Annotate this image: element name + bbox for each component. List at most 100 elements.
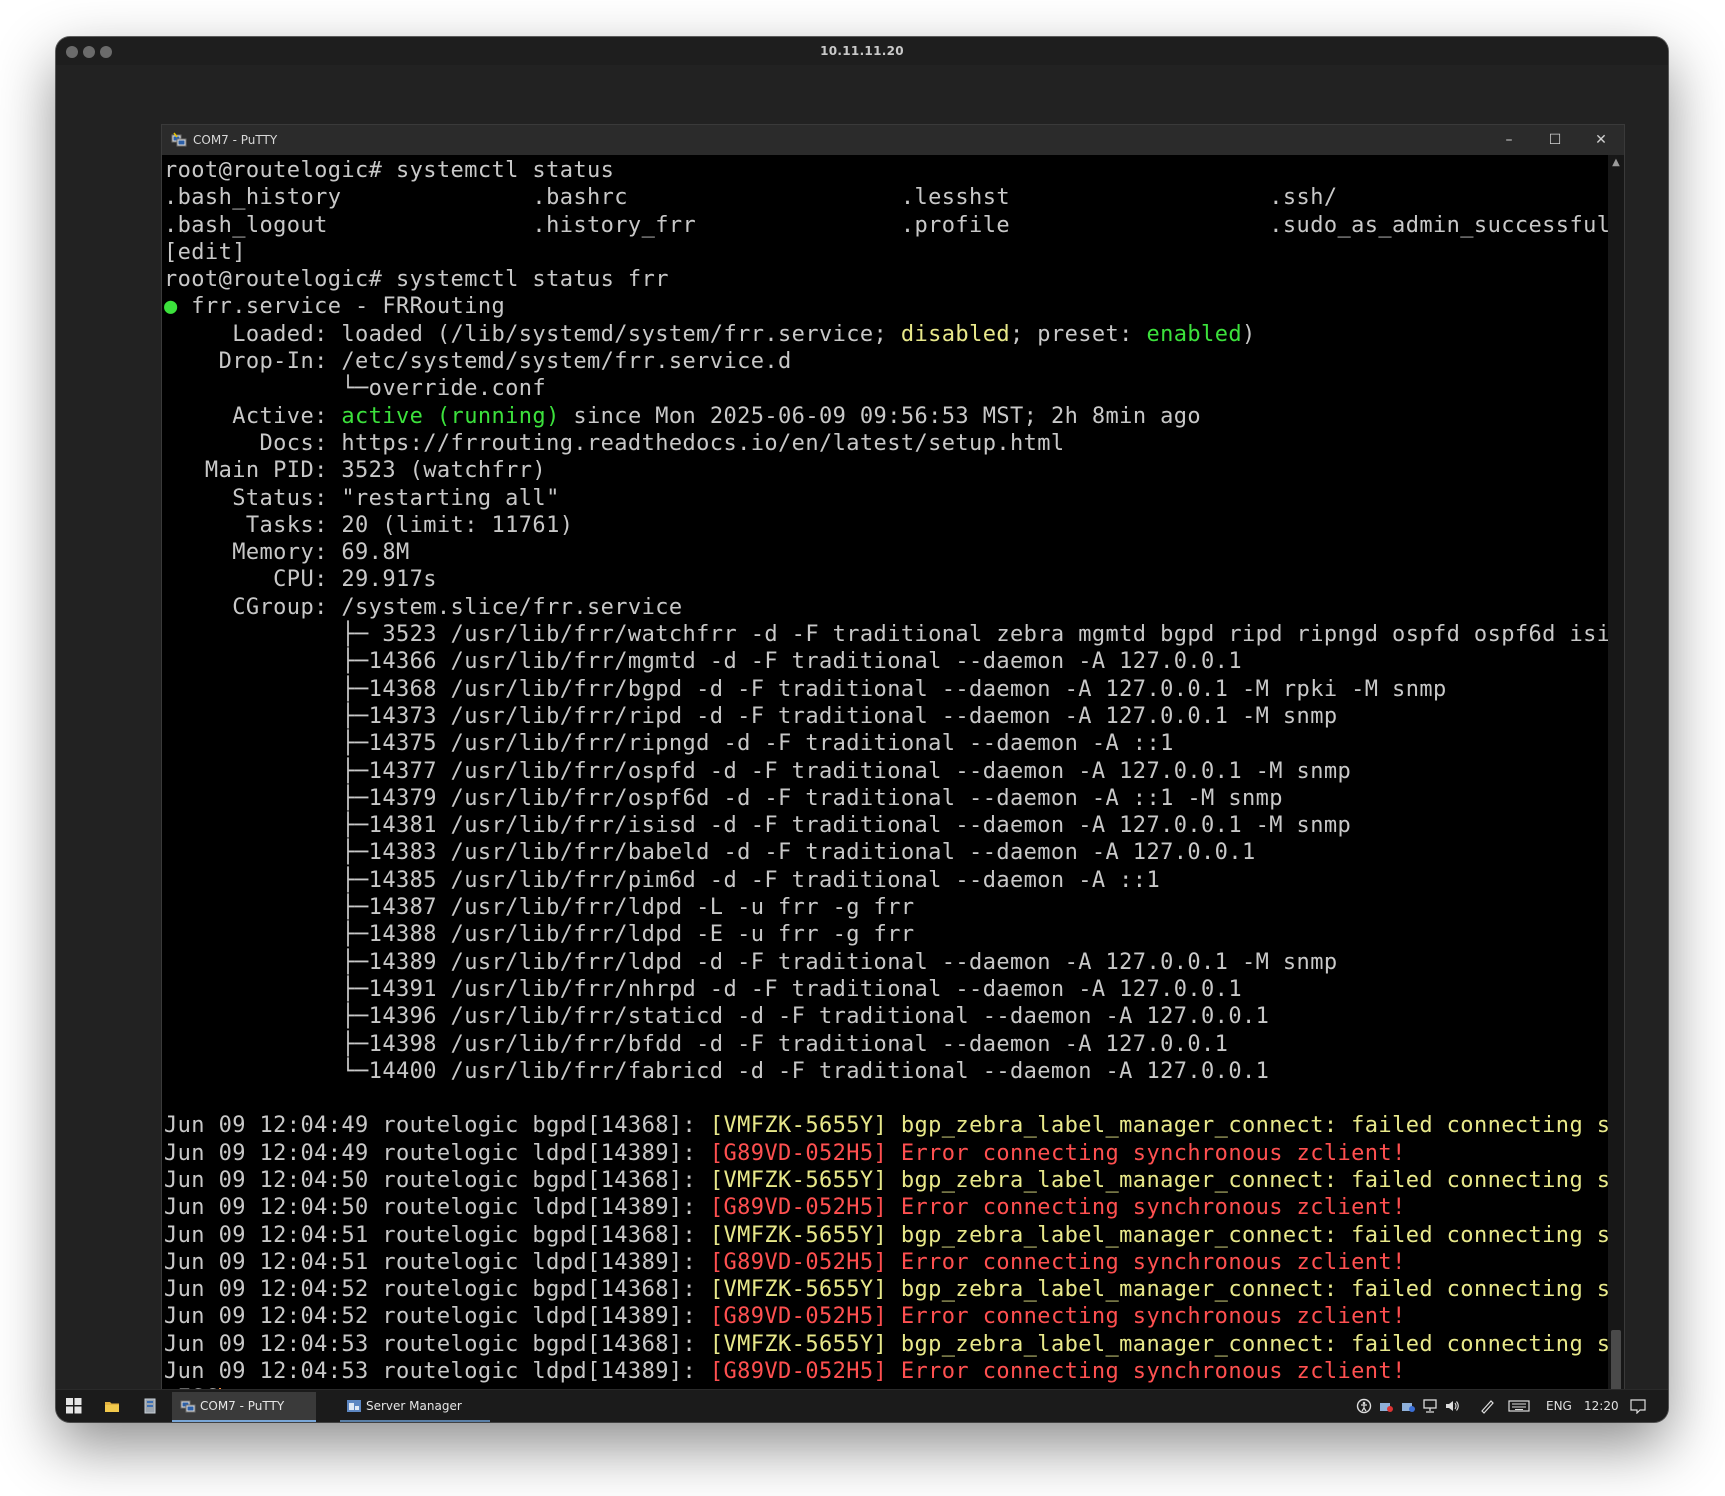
terminal-line: Jun 09 12:04:50 routelogic bgpd[14368]: … bbox=[164, 1167, 1608, 1194]
terminal-text: ├─14373 /usr/lib/frr/ripd -d -F traditio… bbox=[164, 703, 1338, 729]
terminal-text: ├─14396 /usr/lib/frr/staticd -d -F tradi… bbox=[164, 1004, 1270, 1030]
terminal-text: Jun 09 12:04:51 routelogic bgpd[14368]: bbox=[164, 1222, 710, 1248]
terminal-line: ├─14391 /usr/lib/frr/nhrpd -d -F traditi… bbox=[164, 976, 1608, 1003]
pen-tray-icon[interactable] bbox=[1476, 1390, 1498, 1422]
terminal-line: CPU: 29.917s bbox=[164, 566, 1608, 593]
terminal-line: [edit] bbox=[164, 239, 1608, 266]
terminal-text-red: [G89VD-052H5] Error connecting synchrono… bbox=[709, 1195, 1406, 1221]
terminal-text-red: [G89VD-052H5] Error connecting synchrono… bbox=[709, 1249, 1406, 1275]
terminal-line: ├─14389 /usr/lib/frr/ldpd -d -F traditio… bbox=[164, 949, 1608, 976]
terminal-line: .bash_history .bashrc .lesshst .ssh/ bbox=[164, 184, 1608, 211]
terminal-text: Main PID: 3523 (watchfrr) bbox=[164, 458, 547, 484]
terminal-text: Drop-In: /etc/systemd/system/frr.service… bbox=[164, 349, 792, 375]
close-button[interactable]: ✕ bbox=[1578, 125, 1624, 155]
terminal-text: frr.service - FRRouting bbox=[177, 294, 506, 320]
taskbar-putty-button[interactable]: COM7 - PuTTY bbox=[172, 1392, 316, 1422]
terminal-text-yellow: [VMFZK-5655Y] bgp_zebra_label_manager_co… bbox=[709, 1277, 1608, 1303]
remote-desktop-title: 10.11.11.20 bbox=[820, 44, 904, 58]
terminal-text: ├─14383 /usr/lib/frr/babeld -d -F tradit… bbox=[164, 840, 1256, 866]
minimize-button[interactable]: – bbox=[1486, 125, 1532, 155]
keyboard-tray-icon[interactable] bbox=[1504, 1390, 1534, 1422]
terminal-text: Jun 09 12:04:50 routelogic ldpd[14389]: bbox=[164, 1195, 710, 1221]
terminal-line: ├─14387 /usr/lib/frr/ldpd -L -u frr -g f… bbox=[164, 894, 1608, 921]
terminal-line: ├─14375 /usr/lib/frr/ripngd -d -F tradit… bbox=[164, 730, 1608, 757]
terminal-line: ├─14396 /usr/lib/frr/staticd -d -F tradi… bbox=[164, 1003, 1608, 1030]
terminal-text-yellow: disabled bbox=[900, 321, 1011, 347]
terminal-text: ) bbox=[1242, 321, 1256, 347]
maximize-button[interactable]: ☐ bbox=[1532, 125, 1578, 155]
terminal-text: ├─14387 /usr/lib/frr/ldpd -L -u frr -g f… bbox=[164, 895, 915, 921]
user-tray-icon[interactable] bbox=[1376, 1390, 1396, 1422]
terminal-line: ● frr.service - FRRouting bbox=[164, 293, 1608, 320]
terminal-line: └─14400 /usr/lib/frr/fabricd -d -F tradi… bbox=[164, 1058, 1608, 1085]
terminal-text: Loaded: loaded (/lib/systemd/system/frr.… bbox=[164, 321, 901, 347]
accessibility-tray-icon[interactable] bbox=[1354, 1390, 1374, 1422]
terminal-text: Docs: https://frrouting.readthedocs.io/e… bbox=[164, 430, 1065, 456]
terminal-text: ├─14389 /usr/lib/frr/ldpd -d -F traditio… bbox=[164, 949, 1338, 975]
terminal-text: Active: bbox=[164, 403, 342, 429]
terminal-line: Status: "restarting all" bbox=[164, 485, 1608, 512]
terminal-text: Jun 09 12:04:53 routelogic bgpd[14368]: bbox=[164, 1331, 710, 1357]
terminal-output: root@routelogic# systemctl status .bash_h… bbox=[164, 157, 1608, 1413]
terminal-text: ├─14379 /usr/lib/frr/ospf6d -d -F tradit… bbox=[164, 785, 1283, 811]
scroll-up-icon[interactable]: ▲ bbox=[1608, 155, 1624, 171]
terminal-line: ├─14379 /usr/lib/frr/ospf6d -d -F tradit… bbox=[164, 785, 1608, 812]
remote-desktop-area: COM7 - PuTTY – ☐ ✕ root@routelogic# syst… bbox=[56, 65, 1668, 1422]
terminal-line: Jun 09 12:04:51 routelogic ldpd[14389]: … bbox=[164, 1249, 1608, 1276]
putty-icon bbox=[180, 1400, 196, 1413]
network-tray-icon[interactable] bbox=[1420, 1390, 1440, 1422]
terminal-line: Jun 09 12:04:52 routelogic ldpd[14389]: … bbox=[164, 1303, 1608, 1330]
remote-desktop-window: 10.11.11.20 COM7 - PuTTY – ☐ ✕ root@rout… bbox=[56, 37, 1668, 1422]
terminal-text: .bash_history .bashrc .lesshst .ssh/ bbox=[164, 185, 1338, 211]
terminal-text-green: ● bbox=[164, 294, 178, 320]
terminal-screen[interactable]: root@routelogic# systemctl status .bash_h… bbox=[162, 155, 1608, 1422]
server-manager-icon bbox=[347, 1400, 361, 1412]
terminal-text: └─14400 /usr/lib/frr/fabricd -d -F tradi… bbox=[164, 1058, 1270, 1084]
terminal-line: ├─14377 /usr/lib/frr/ospfd -d -F traditi… bbox=[164, 758, 1608, 785]
terminal-line: Docs: https://frrouting.readthedocs.io/e… bbox=[164, 430, 1608, 457]
terminal-text: Jun 09 12:04:49 routelogic bgpd[14368]: bbox=[164, 1113, 710, 1139]
language-indicator[interactable]: ENG bbox=[1546, 1390, 1572, 1422]
terminal-line: Tasks: 20 (limit: 11761) bbox=[164, 512, 1608, 539]
terminal-text: Status: "restarting all" bbox=[164, 485, 560, 511]
terminal-text: ├─14366 /usr/lib/frr/mgmtd -d -F traditi… bbox=[164, 649, 1242, 675]
terminal-line: Active: active (running) since Mon 2025-… bbox=[164, 403, 1608, 430]
security-tray-icon[interactable] bbox=[1398, 1390, 1418, 1422]
volume-tray-icon[interactable] bbox=[1442, 1390, 1462, 1422]
terminal-text-yellow: [VMFZK-5655Y] bgp_zebra_label_manager_co… bbox=[709, 1113, 1608, 1139]
server-manager-pin-button[interactable] bbox=[134, 1390, 168, 1422]
taskbar-putty-label: COM7 - PuTTY bbox=[200, 1399, 285, 1413]
terminal-text: CGroup: /system.slice/frr.service bbox=[164, 594, 683, 620]
terminal-text: ├─14368 /usr/lib/frr/bgpd -d -F traditio… bbox=[164, 676, 1447, 702]
terminal-text: CPU: 29.917s bbox=[164, 567, 437, 593]
terminal-text: Jun 09 12:04:53 routelogic ldpd[14389]: bbox=[164, 1359, 710, 1385]
terminal-text: root@routelogic# systemctl status frr bbox=[164, 267, 669, 293]
terminal-line: ├─14373 /usr/lib/frr/ripd -d -F traditio… bbox=[164, 703, 1608, 730]
start-button[interactable] bbox=[56, 1390, 92, 1422]
terminal-line: Jun 09 12:04:53 routelogic bgpd[14368]: … bbox=[164, 1331, 1608, 1358]
terminal-text: ├─14375 /usr/lib/frr/ripngd -d -F tradit… bbox=[164, 731, 1174, 757]
putty-window: COM7 - PuTTY – ☐ ✕ root@routelogic# syst… bbox=[161, 124, 1625, 1422]
terminal-text: ├─14391 /usr/lib/frr/nhrpd -d -F traditi… bbox=[164, 976, 1242, 1002]
terminal-line: ├─ 3523 /usr/lib/frr/watchfrr -d -F trad… bbox=[164, 621, 1608, 648]
terminal-text: ├─14388 /usr/lib/frr/ldpd -E -u frr -g f… bbox=[164, 922, 915, 948]
terminal-line: Loaded: loaded (/lib/systemd/system/frr.… bbox=[164, 321, 1608, 348]
file-explorer-button[interactable] bbox=[96, 1390, 130, 1422]
terminal-text: ├─14381 /usr/lib/frr/isisd -d -F traditi… bbox=[164, 813, 1352, 839]
terminal-text-red: [G89VD-052H5] Error connecting synchrono… bbox=[709, 1140, 1406, 1166]
terminal-line: Jun 09 12:04:50 routelogic ldpd[14389]: … bbox=[164, 1194, 1608, 1221]
taskbar-server-manager-button[interactable]: Server Manager bbox=[340, 1392, 490, 1422]
terminal-line: CGroup: /system.slice/frr.service bbox=[164, 594, 1608, 621]
putty-titlebar[interactable]: COM7 - PuTTY – ☐ ✕ bbox=[162, 125, 1624, 155]
terminal-scrollbar[interactable]: ▲ ▼ bbox=[1608, 155, 1624, 1422]
notification-center-button[interactable] bbox=[1626, 1390, 1650, 1422]
server-icon bbox=[144, 1398, 156, 1414]
terminal-line: Jun 09 12:04:49 routelogic bgpd[14368]: … bbox=[164, 1112, 1608, 1139]
remote-desktop-titlebar[interactable]: 10.11.11.20 bbox=[56, 37, 1668, 65]
terminal-line: root@routelogic# systemctl status bbox=[164, 157, 1608, 184]
folder-icon bbox=[105, 1402, 119, 1412]
terminal-text: Jun 09 12:04:52 routelogic bgpd[14368]: bbox=[164, 1277, 710, 1303]
clock[interactable]: 12:20 bbox=[1584, 1390, 1619, 1422]
taskbar-server-manager-label: Server Manager bbox=[366, 1399, 462, 1413]
terminal-text: Jun 09 12:04:52 routelogic ldpd[14389]: bbox=[164, 1304, 710, 1330]
